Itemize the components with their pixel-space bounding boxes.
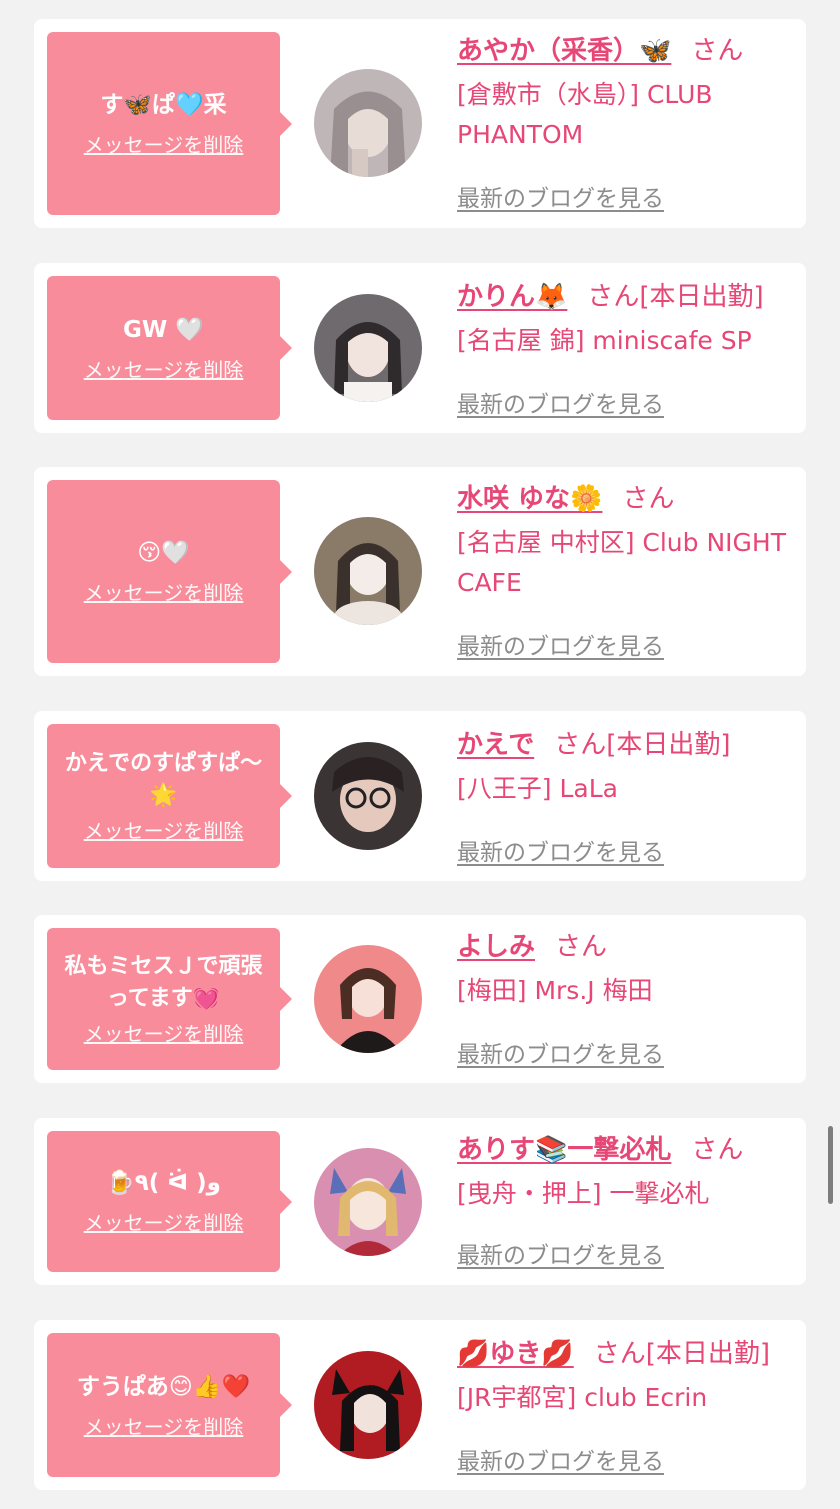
cast-name-link[interactable]: よしみ [457,932,535,962]
list-item: 🍺٩( ᐛ )و メッセージを削除 ありす📚一撃必札 さん [曳舟・押上] 一撃必… [34,1118,806,1285]
delete-message-link[interactable]: メッセージを削除 [84,132,244,158]
avatar[interactable] [314,1351,422,1459]
delete-message-link[interactable]: メッセージを削除 [84,357,244,383]
list-item: す🦋ぱ🩵采 メッセージを削除 あやか（采香）🦋 さん [倉敷市（水島）] CLUB… [34,19,806,228]
delete-message-link[interactable]: メッセージを削除 [84,1210,244,1236]
status-badge: [本日出勤] [606,730,731,760]
cast-name-link[interactable]: かえで [457,730,534,760]
blog-link[interactable]: 最新のブログを見る [457,627,664,661]
cast-name-link[interactable]: ありす📚一撃必札 [457,1135,671,1165]
delete-message-link[interactable]: メッセージを削除 [84,580,244,606]
message-bubble: す🦋ぱ🩵采 メッセージを削除 [47,32,292,215]
list-item: GW 🤍 メッセージを削除 かりん🦊 さん[本日出勤] [名古屋 錦] minis… [34,263,806,433]
list-item: 私もミセスＪで頑張ってます💓 メッセージを削除 よしみ さん [梅田] Mrs.J… [34,915,806,1083]
cast-name-link[interactable]: かりん🦊 [457,282,567,312]
list-item: 😚🤍 メッセージを削除 水咲 ゆな🌼 さん [名古屋 中村区] Club NIGH… [34,467,806,676]
message-bubble: すうぱあ😊👍❤️ メッセージを削除 [47,1333,292,1477]
shop-name: [梅田] Mrs.J 梅田 [457,976,653,1005]
shop-name: [JR宇都宮] club Ecrin [457,1383,708,1412]
avatar[interactable] [314,742,422,850]
avatar[interactable] [314,945,422,1053]
honorific: さん [593,1339,646,1369]
shop-name: [名古屋 中村区] Club NIGHT CAFE [457,528,786,597]
shop-name: [曳舟・押上] 一撃必札 [457,1179,710,1208]
message-text: 私もミセスＪで頑張ってます💓 [64,954,263,1011]
blog-link[interactable]: 最新のブログを見る [457,833,664,867]
cast-name-link[interactable]: 💋ゆき💋 [457,1339,574,1369]
honorific: さん [587,282,640,312]
message-list: す🦋ぱ🩵采 メッセージを削除 あやか（采香）🦋 さん [倉敷市（水島）] CLUB… [0,0,840,1509]
message-text: かえでのすぱすぱ〜🌟 [64,751,263,808]
delete-message-link[interactable]: メッセージを削除 [84,1021,244,1047]
message-bubble: GW 🤍 メッセージを削除 [47,276,292,420]
list-item: すうぱあ😊👍❤️ メッセージを削除 💋ゆき💋 さん[本日出勤] [JR宇都宮] c… [34,1320,806,1490]
shop-name: [名古屋 錦] miniscafe SP [457,326,752,355]
scrollbar[interactable] [828,1126,833,1204]
message-bubble: かえでのすぱすぱ〜🌟 メッセージを削除 [47,724,292,868]
status-badge: [本日出勤] [639,282,764,312]
honorific: さん [622,484,675,514]
list-item: かえでのすぱすぱ〜🌟 メッセージを削除 かえで さん[本日出勤] [八王子] La… [34,711,806,881]
message-text: 🍺٩( ᐛ )و [106,1170,221,1196]
honorific: さん [691,36,744,66]
honorific: さん [555,932,608,962]
honorific: さん [554,730,607,760]
message-text: GW 🤍 [123,316,204,343]
avatar[interactable] [314,1148,422,1256]
blog-link[interactable]: 最新のブログを見る [457,1442,664,1476]
delete-message-link[interactable]: メッセージを削除 [84,1414,244,1440]
message-text: す🦋ぱ🩵采 [100,92,227,118]
honorific: さん [691,1135,744,1165]
message-text: すうぱあ😊👍❤️ [76,1373,251,1400]
message-bubble: 😚🤍 メッセージを削除 [47,480,292,663]
delete-message-link[interactable]: メッセージを削除 [84,818,244,844]
blog-link[interactable]: 最新のブログを見る [457,179,664,213]
status-badge: [本日出勤] [645,1339,771,1369]
avatar[interactable] [314,69,422,177]
cast-name-link[interactable]: 水咲 ゆな🌼 [457,484,602,514]
cast-name-link[interactable]: あやか（采香）🦋 [457,36,671,66]
avatar[interactable] [314,517,422,625]
message-text: 😚🤍 [137,540,190,566]
avatar[interactable] [314,294,422,402]
message-bubble: 私もミセスＪで頑張ってます💓 メッセージを削除 [47,928,292,1070]
shop-name: [倉敷市（水島）] CLUB PHANTOM [457,80,713,149]
shop-name: [八王子] LaLa [457,774,618,803]
blog-link[interactable]: 最新のブログを見る [457,385,664,419]
blog-link[interactable]: 最新のブログを見る [457,1236,664,1270]
blog-link[interactable]: 最新のブログを見る [457,1035,664,1069]
message-bubble: 🍺٩( ᐛ )و メッセージを削除 [47,1131,292,1272]
